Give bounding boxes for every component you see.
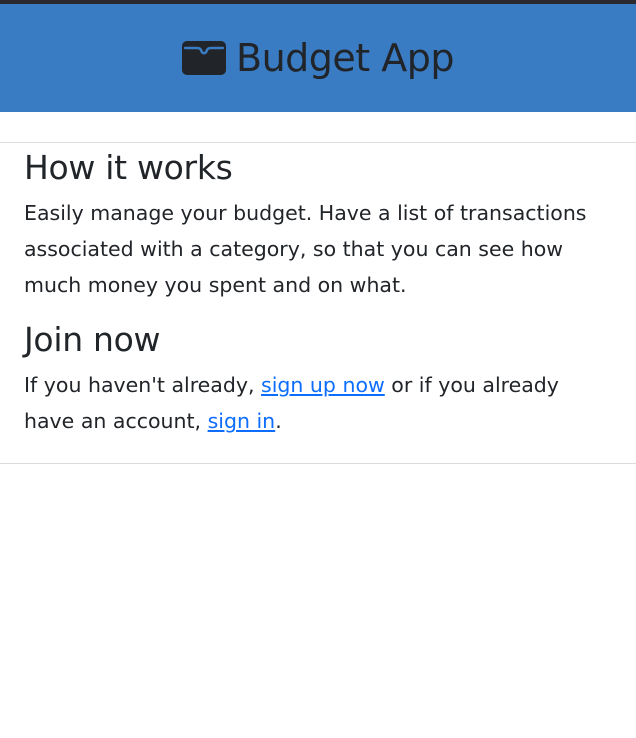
join-now-section: Join now If you haven't already, sign up… [24,317,612,439]
wallet-icon [182,41,226,75]
sign-in-link[interactable]: sign in [208,409,276,433]
app-title: Budget App [236,36,455,80]
join-text-before: If you haven't already, [24,373,262,397]
brand: Budget App [182,36,455,80]
join-now-heading: Join now [24,320,161,359]
app-header: Budget App [0,4,636,112]
sign-up-link[interactable]: sign up now [261,373,385,397]
how-it-works-section: How it works Easily manage your budget. … [24,145,612,303]
info-card: How it works Easily manage your budget. … [0,142,636,464]
how-it-works-heading: How it works [24,148,233,187]
join-now-text: If you haven't already, sign up now or i… [24,367,612,439]
join-text-after: . [275,409,282,433]
how-it-works-text: Easily manage your budget. Have a list o… [24,201,587,297]
